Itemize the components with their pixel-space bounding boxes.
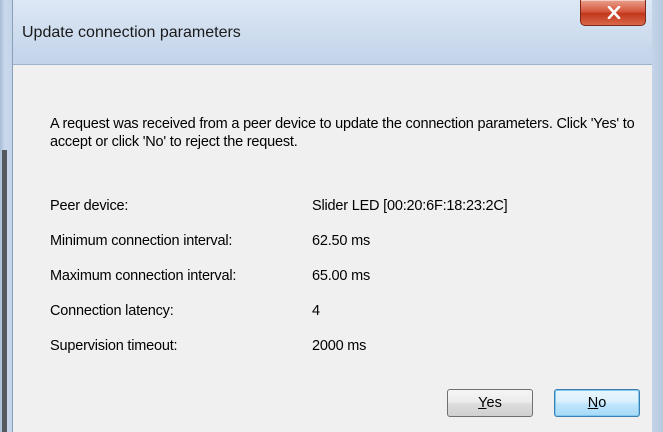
field-value: 62.50 ms	[312, 233, 371, 249]
frame-shadow-strip	[2, 150, 7, 432]
field-label: Maximum connection interval:	[50, 268, 237, 284]
field-label: Minimum connection interval:	[50, 233, 233, 249]
yes-mnemonic: Y	[478, 395, 487, 411]
dialog-window: Update connection parameters A request w…	[0, 0, 663, 432]
no-button[interactable]: No	[554, 389, 640, 417]
yes-label-rest: es	[486, 395, 502, 411]
field-label: Connection latency:	[50, 303, 174, 319]
field-value: 2000 ms	[312, 338, 367, 354]
yes-button[interactable]: Yes	[447, 389, 533, 417]
no-mnemonic: N	[587, 395, 599, 411]
close-button[interactable]	[580, 0, 646, 26]
request-message: A request was received from a peer devic…	[50, 116, 635, 150]
field-label: Peer device:	[50, 198, 129, 214]
close-x-icon	[607, 6, 621, 19]
field-label: Supervision timeout:	[50, 338, 178, 354]
field-value: 65.00 ms	[312, 268, 371, 284]
window-frame-left	[0, 0, 13, 432]
title-bar[interactable]: Update connection parameters	[0, 0, 663, 64]
field-value: 4	[312, 303, 320, 319]
no-label-rest: o	[598, 395, 607, 411]
window-frame-right	[652, 0, 663, 432]
field-value: Slider LED [00:20:6F:18:23:2C]	[312, 198, 508, 214]
dialog-client-area: A request was received from a peer devic…	[13, 64, 652, 432]
window-title: Update connection parameters	[22, 24, 241, 41]
